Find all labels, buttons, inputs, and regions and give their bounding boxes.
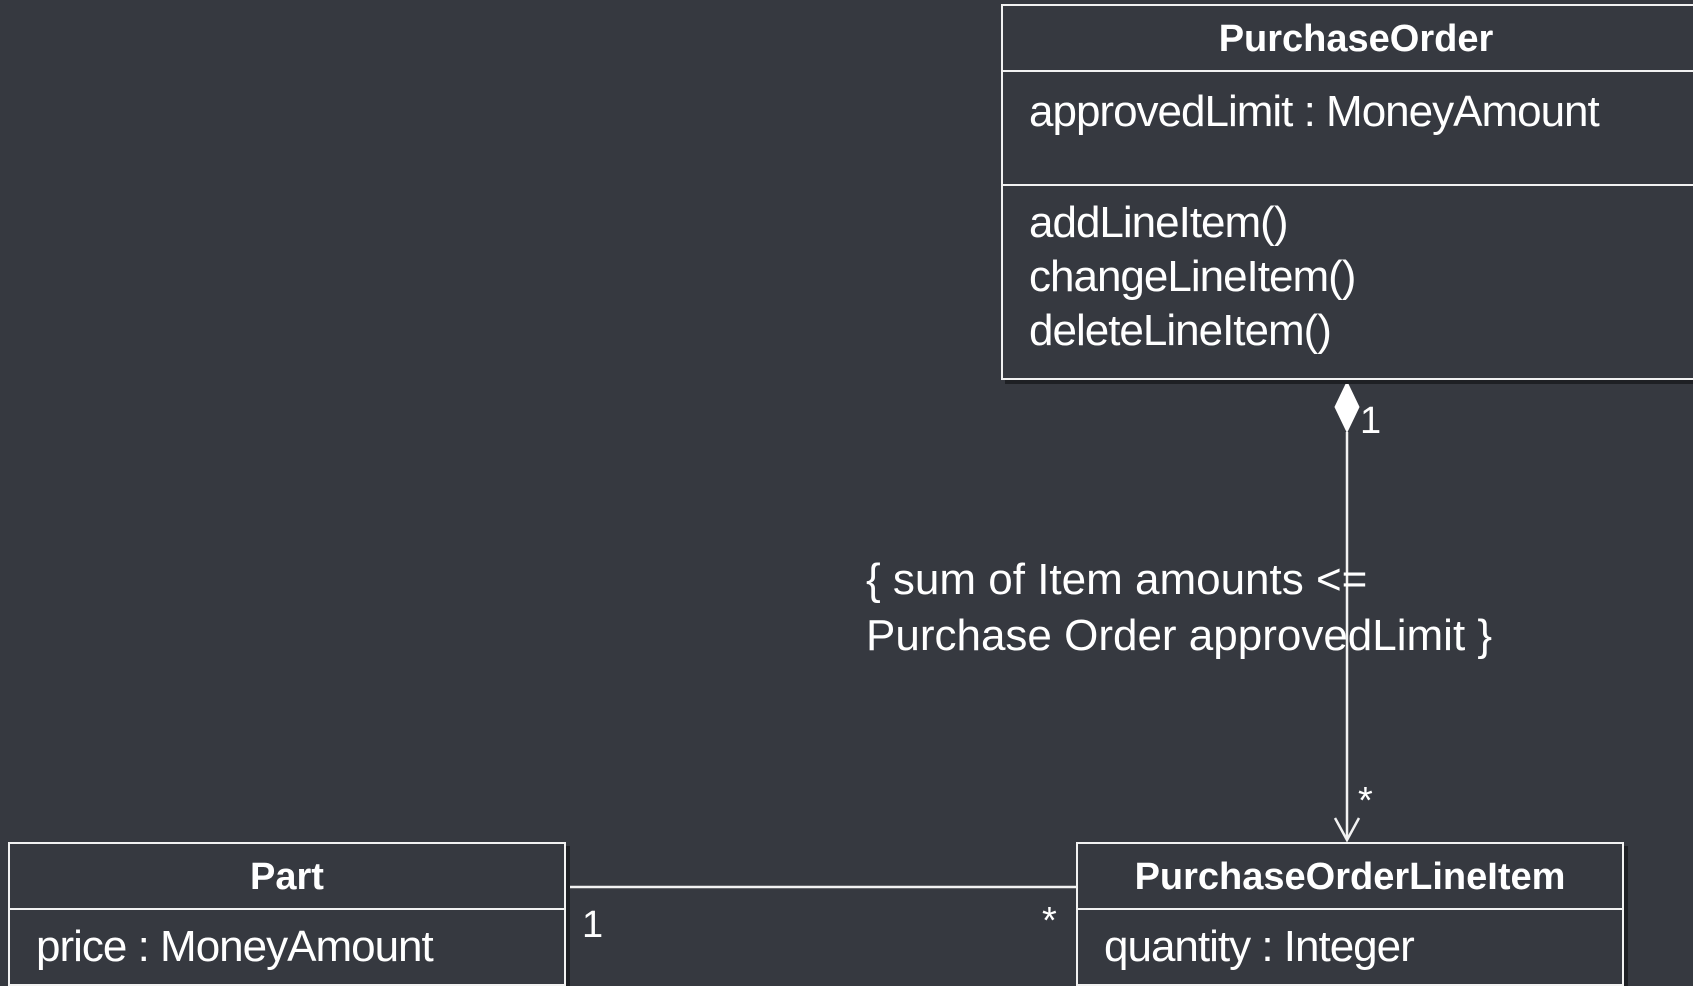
ocl-constraint: { sum of Item amounts <= Purchase Order … <box>866 552 1492 664</box>
attributes-compartment: price : MoneyAmount <box>10 910 564 986</box>
line-item-multiplicity: * <box>1042 900 1057 942</box>
operations-compartment: addLineItem() changeLineItem() deleteLin… <box>1003 186 1693 358</box>
constraint-line: Purchase Order approvedLimit } <box>866 611 1493 660</box>
operation: changeLineItem() <box>1029 252 1356 301</box>
composition-target-multiplicity: * <box>1358 780 1373 822</box>
composition-diamond-icon <box>1334 380 1360 434</box>
operation: deleteLineItem() <box>1029 306 1332 355</box>
part-multiplicity: 1 <box>582 904 604 946</box>
purchase-order-line-item-class[interactable]: PurchaseOrderLineItem quantity : Integer <box>1076 842 1624 986</box>
attribute: price : MoneyAmount <box>36 922 434 971</box>
purchase-order-class[interactable]: PurchaseOrder approvedLimit : MoneyAmoun… <box>1001 4 1693 380</box>
composition-source-multiplicity: 1 <box>1360 400 1382 442</box>
class-name: Part <box>10 844 564 910</box>
attribute: approvedLimit : MoneyAmount <box>1029 87 1600 136</box>
attributes-compartment: quantity : Integer <box>1078 910 1622 986</box>
part-class[interactable]: Part price : MoneyAmount <box>8 842 566 986</box>
class-name: PurchaseOrderLineItem <box>1078 844 1622 910</box>
class-name: PurchaseOrder <box>1003 6 1693 72</box>
attribute: quantity : Integer <box>1104 922 1415 971</box>
constraint-line: { sum of Item amounts <= <box>866 555 1368 604</box>
attributes-compartment: approvedLimit : MoneyAmount <box>1003 72 1693 186</box>
operation: addLineItem() <box>1029 198 1288 247</box>
